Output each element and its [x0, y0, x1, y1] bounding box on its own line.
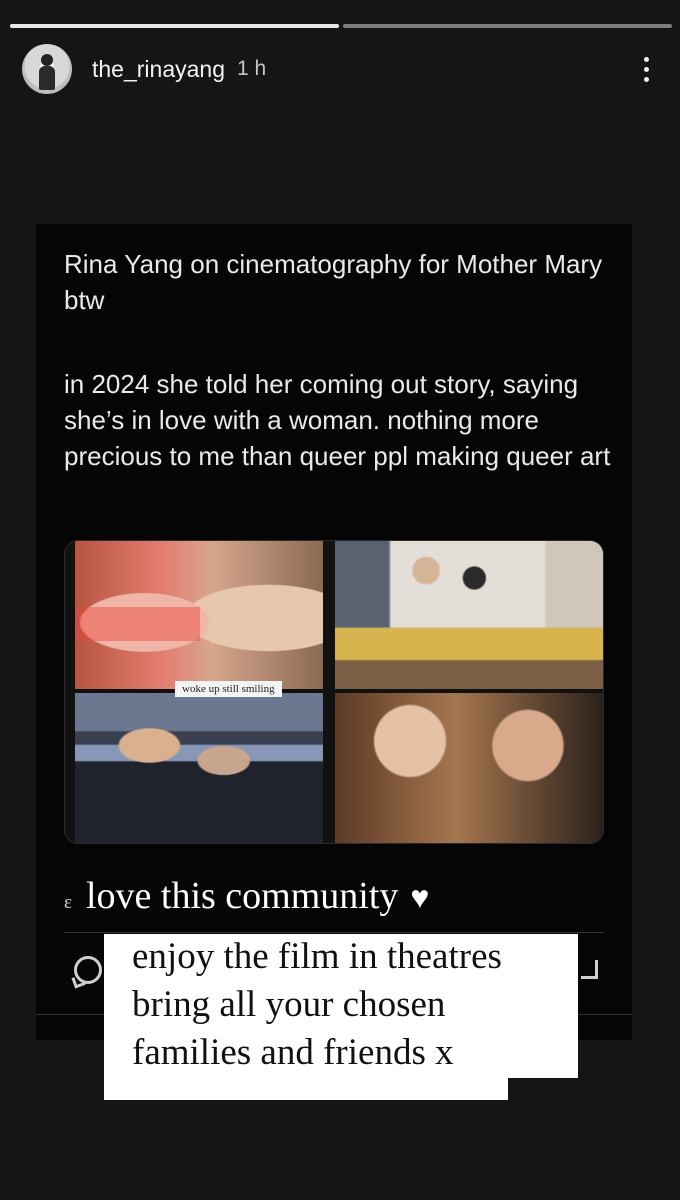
text-sticker-line-3: families and friends x — [104, 1030, 578, 1100]
progress-segment-1 — [10, 24, 339, 28]
avatar[interactable] — [22, 44, 72, 94]
text-sticker-line-1: enjoy the film in theatres — [104, 934, 578, 982]
username[interactable]: the_rinayang — [92, 56, 225, 83]
collage-caption: woke up still smiling — [175, 681, 282, 697]
text-sticker-line-2: bring all your chosen — [104, 982, 578, 1030]
sticker-line-1: enjoy the film in theatres — [118, 934, 516, 980]
photo-4 — [335, 693, 603, 843]
photo-1 — [75, 541, 323, 689]
post-text-paragraph-1: Rina Yang on cinematography for Mother M… — [64, 249, 603, 315]
sticker-line-3: families and friends x — [118, 1030, 468, 1076]
comment-icon[interactable] — [74, 956, 102, 984]
photo-2 — [335, 541, 603, 689]
divider — [64, 932, 604, 933]
reply-row: ε love this community ♥ — [64, 874, 429, 918]
share-icon[interactable] — [581, 960, 598, 979]
photo-3 — [75, 693, 323, 843]
more-icon[interactable] — [634, 51, 658, 87]
post-time: 1 h — [237, 57, 267, 80]
progress-segment-2 — [343, 24, 672, 28]
story-progress-bar — [10, 24, 672, 28]
sticker-line-2: bring all your chosen — [118, 982, 460, 1028]
reply-prefix: ε — [64, 892, 72, 913]
story-header: the_rinayang 1 h — [22, 40, 658, 98]
photo-collage: woke up still smiling — [64, 540, 604, 844]
reply-text: love this community — [85, 875, 399, 917]
heart-icon: ♥ — [410, 879, 430, 915]
post-text-paragraph-2: in 2024 she told her coming out story, s… — [64, 369, 611, 471]
shared-post-card: Rina Yang on cinematography for Mother M… — [36, 224, 632, 1040]
